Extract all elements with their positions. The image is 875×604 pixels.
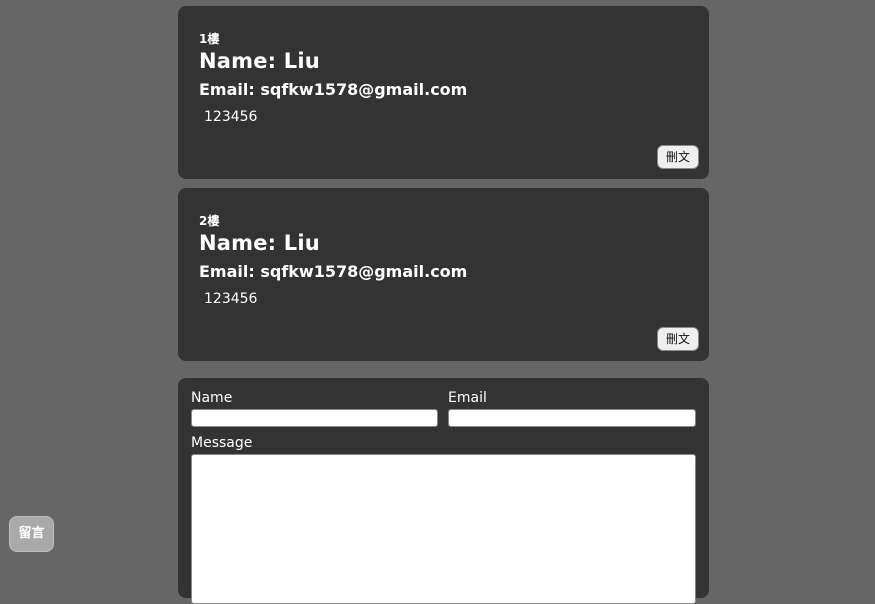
post-message: 123456 (204, 291, 258, 307)
message-label: Message (191, 435, 253, 451)
post-message: 123456 (204, 109, 258, 125)
delete-post-button[interactable]: 刪文 (657, 327, 699, 351)
post-author-name: Name: Liu (199, 231, 320, 255)
email-label: Email (448, 390, 487, 406)
post-author-email: Email: sqfkw1578@gmail.com (199, 262, 468, 281)
email-input[interactable] (448, 409, 696, 427)
posts-list: 1樓 Name: Liu Email: sqfkw1578@gmail.com … (178, 6, 709, 370)
post-author-email: Email: sqfkw1578@gmail.com (199, 80, 468, 99)
message-textarea[interactable] (191, 454, 696, 604)
leave-message-button[interactable]: 留言 (9, 516, 54, 552)
post-floor: 2樓 (199, 214, 220, 228)
post-card: 2樓 Name: Liu Email: sqfkw1578@gmail.com … (178, 188, 709, 361)
name-label: Name (191, 390, 233, 406)
name-input[interactable] (191, 409, 438, 427)
comment-form: Name Email Message (178, 378, 709, 604)
post-floor: 1樓 (199, 32, 220, 46)
post-card: 1樓 Name: Liu Email: sqfkw1578@gmail.com … (178, 6, 709, 179)
delete-post-button[interactable]: 刪文 (657, 145, 699, 169)
post-author-name: Name: Liu (199, 49, 320, 73)
